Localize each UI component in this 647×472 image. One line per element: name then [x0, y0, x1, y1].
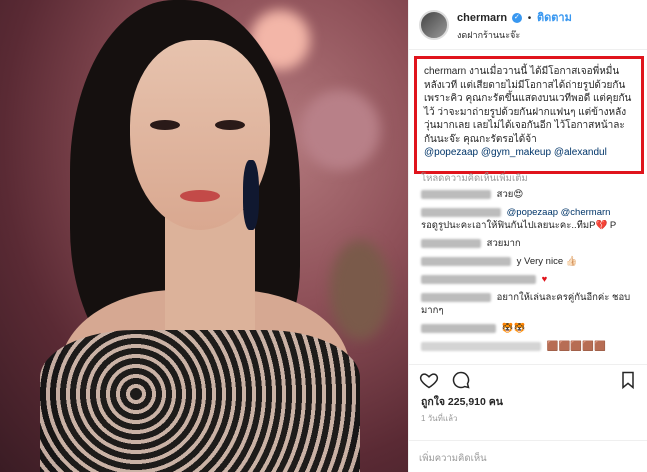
comment-text: 🟫🟫🟫🟫🟫	[546, 341, 606, 352]
post-side-panel: chermarn ✓ • ติดตาม งดฝากร้านนะจ๊ะ cherm…	[408, 0, 647, 472]
comments-list: โหลดความคิดเห็นเพิ่มเติม สวย😍 @popezaap …	[421, 172, 643, 358]
earring	[243, 160, 259, 230]
tag-link[interactable]: @popezaap	[424, 147, 478, 158]
likes-count[interactable]: ถูกใจ 225,910 คน	[421, 393, 503, 410]
avatar[interactable]	[419, 9, 449, 40]
redacted-username	[421, 207, 501, 217]
eye	[215, 120, 245, 130]
lace-dress	[40, 330, 360, 472]
redacted-username	[421, 189, 491, 199]
redacted-username	[421, 292, 491, 302]
comment-text: ♥	[541, 274, 548, 285]
comment-item: @popezaap @chermarn รอดูรูปนะคะเอาให้ฟิน…	[421, 206, 643, 232]
comment-icon[interactable]	[451, 370, 471, 390]
header-username[interactable]: chermarn	[457, 12, 507, 24]
comment-item: สวย😍	[421, 188, 643, 201]
post-time[interactable]: 1 วันที่แล้ว	[421, 412, 457, 425]
redacted-username	[421, 238, 481, 248]
comment-item: 🟫🟫🟫🟫🟫	[421, 340, 643, 353]
comment-item: ♥	[421, 273, 643, 286]
caption-text: งานเมื่อวานนี้ ได้มีโอกาสเจอพี่หมื่นหลัง…	[424, 66, 632, 145]
verified-badge-icon: ✓	[511, 12, 522, 23]
comment-text-line2: รอดูรูปนะคะเอาให้ฟินกันไปเลยนะคะ..ทีมP💔 …	[421, 220, 617, 231]
bookmark-icon[interactable]	[618, 370, 638, 390]
background-bokeh	[330, 240, 390, 340]
caption-highlight: chermarn งานเมื่อวานนี้ ได้มีโอกาสเจอพี่…	[414, 56, 644, 174]
redacted-username	[421, 256, 511, 266]
redacted-username	[421, 323, 496, 333]
comment-text: สวยมาก	[486, 238, 521, 249]
comment-text-line2: มากๆ	[421, 305, 444, 316]
comment-item: y Very nice 👍🏻	[421, 255, 643, 268]
add-comment-input[interactable]: เพิ่มความคิดเห็น	[409, 440, 647, 472]
lips	[180, 190, 220, 202]
comment-text: y Very nice 👍🏻	[516, 256, 578, 267]
comment-text: สวย😍	[496, 189, 524, 200]
follow-button[interactable]: ติดตาม	[537, 12, 572, 24]
comment-item: อยากให้เล่นละครคู่กันอีกค่ะ ชอบ มากๆ	[421, 291, 643, 317]
load-more-comments[interactable]: โหลดความคิดเห็นเพิ่มเติม	[421, 172, 643, 185]
comment-text: 🐯🐯	[501, 323, 526, 334]
redacted-username	[421, 341, 541, 351]
comment-text: อยากให้เล่นละครคู่กันอีกค่ะ ชอบ	[496, 292, 631, 303]
separator-dot: •	[527, 12, 532, 24]
location-label[interactable]: งดฝากร้านนะจ๊ะ	[457, 28, 572, 42]
heart-icon[interactable]	[419, 370, 439, 390]
redacted-username	[421, 274, 536, 284]
caption-username[interactable]: chermarn	[424, 66, 466, 77]
comment-item: 🐯🐯	[421, 322, 643, 335]
post-photo[interactable]	[0, 0, 408, 472]
post-header: chermarn ✓ • ติดตาม งดฝากร้านนะจ๊ะ	[409, 0, 647, 50]
tag-link[interactable]: @alexandul	[554, 147, 607, 158]
comment-item: สวยมาก	[421, 237, 643, 250]
tag-link[interactable]: @gym_makeup	[481, 147, 551, 158]
background-bokeh	[300, 90, 380, 170]
eye	[150, 120, 180, 130]
action-bar	[409, 364, 647, 394]
comment-text: @popezaap @chermarn	[506, 207, 611, 218]
header-info: chermarn ✓ • ติดตาม งดฝากร้านนะจ๊ะ	[457, 8, 572, 42]
